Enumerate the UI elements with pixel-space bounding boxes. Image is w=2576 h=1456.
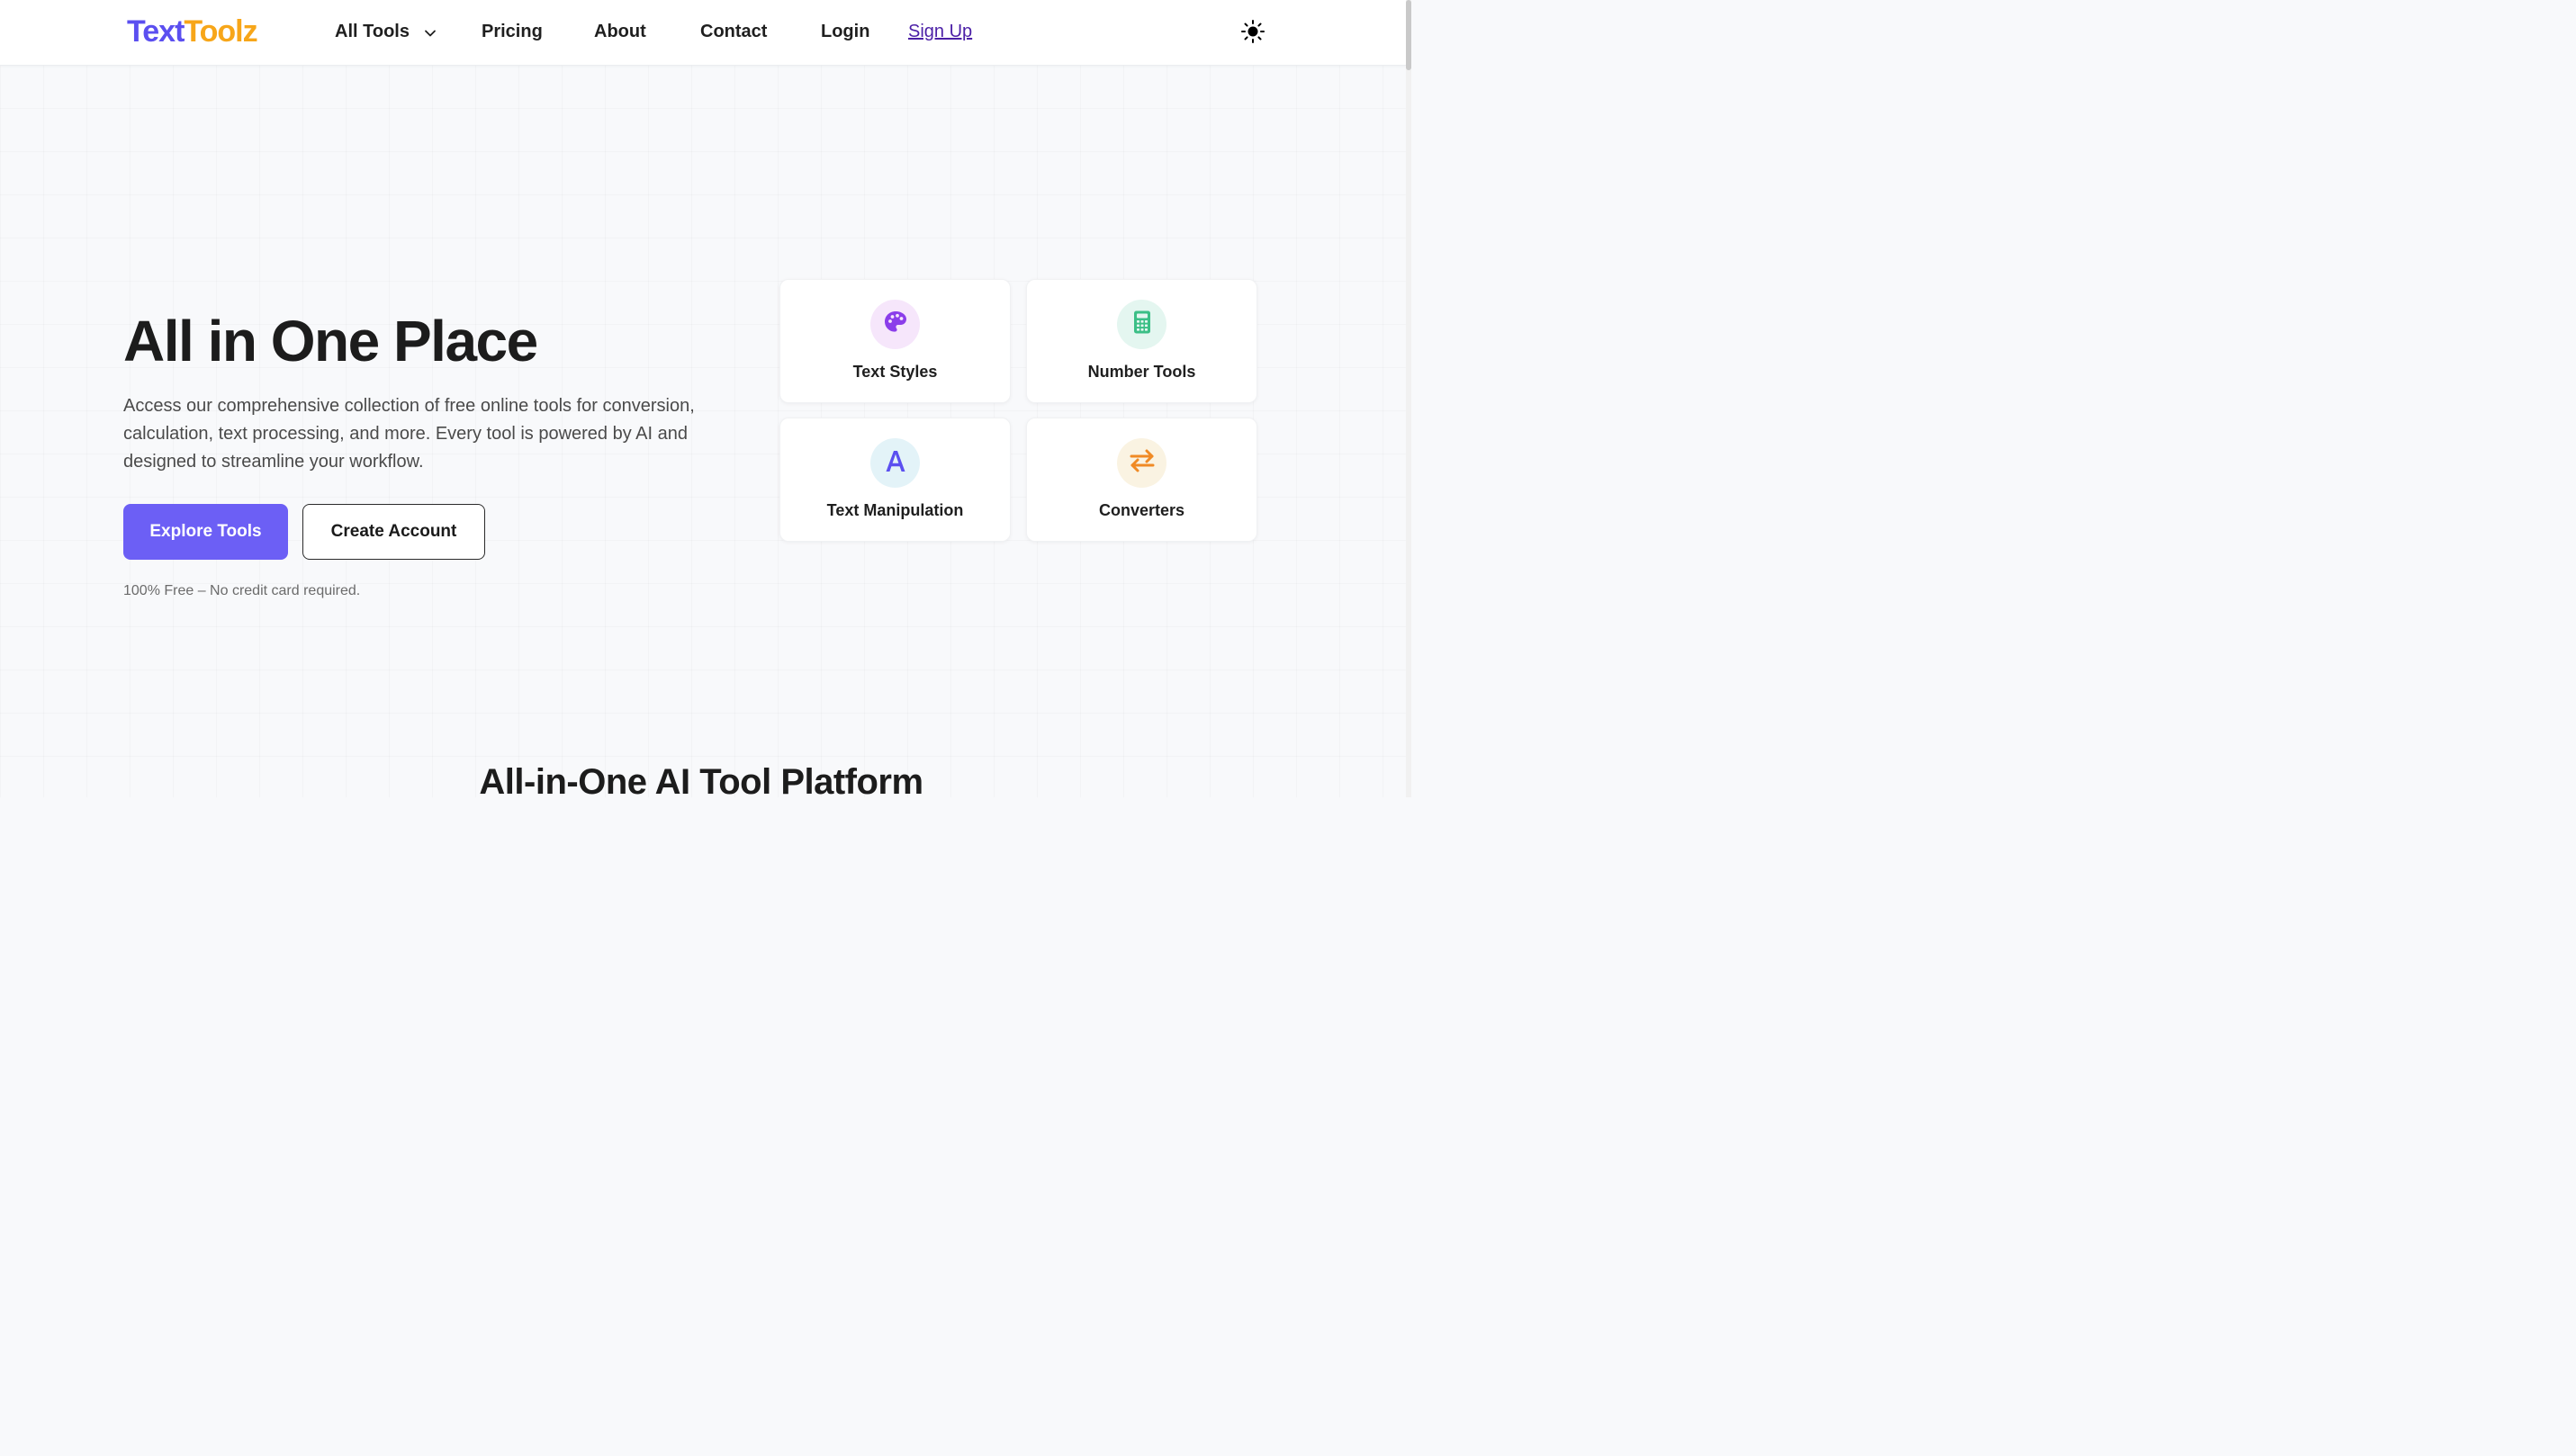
category-icon-circle xyxy=(870,438,920,488)
free-note: 100% Free – No credit card required. xyxy=(123,583,361,598)
nav-all-tools-label: All Tools xyxy=(335,22,410,41)
site-header: TextToolz All Tools Pricing About Contac… xyxy=(0,0,1406,66)
nav-contact[interactable]: Contact xyxy=(700,20,767,43)
create-account-button[interactable]: Create Account xyxy=(302,504,485,560)
page-scrollbar[interactable] xyxy=(1406,0,1411,797)
section-title: All-in-One AI Tool Platform xyxy=(479,762,923,797)
letter-a-icon xyxy=(884,448,907,478)
theme-toggle-button[interactable] xyxy=(1240,19,1265,44)
category-label: Text Styles xyxy=(852,363,938,381)
category-card-converters[interactable]: Converters xyxy=(1026,418,1257,542)
sun-icon xyxy=(1240,20,1265,48)
logo-text-part2: Toolz xyxy=(184,14,257,49)
category-card-number-tools[interactable]: Number Tools xyxy=(1026,279,1257,403)
category-card-text-manipulation[interactable]: Text Manipulation xyxy=(779,418,1011,542)
calculator-icon xyxy=(1131,310,1153,339)
category-icon-circle xyxy=(1117,300,1166,349)
scrollbar-thumb[interactable] xyxy=(1406,0,1411,70)
nav-about[interactable]: About xyxy=(594,20,646,43)
exchange-arrows-icon xyxy=(1129,448,1156,478)
explore-tools-button[interactable]: Explore Tools xyxy=(123,504,288,560)
nav-all-tools[interactable]: All Tools xyxy=(335,20,437,44)
category-label: Text Manipulation xyxy=(826,501,964,519)
page: TextToolz All Tools Pricing About Contac… xyxy=(0,0,1411,797)
category-icon-circle xyxy=(1117,438,1166,488)
category-card-text-styles[interactable]: Text Styles xyxy=(779,279,1011,403)
hero-title: All in One Place xyxy=(123,309,538,373)
logo[interactable]: TextToolz xyxy=(127,13,258,50)
palette-icon xyxy=(883,310,908,339)
nav-login[interactable]: Login xyxy=(821,20,869,43)
logo-text-part1: Text xyxy=(127,14,185,49)
nav-pricing[interactable]: Pricing xyxy=(482,20,543,43)
hero-description: Access our comprehensive collection of f… xyxy=(123,396,695,472)
category-icon-circle xyxy=(870,300,920,349)
chevron-down-icon xyxy=(424,21,437,44)
category-label: Number Tools xyxy=(1087,363,1196,381)
category-label: Converters xyxy=(1098,501,1185,519)
nav-signup-link[interactable]: Sign Up xyxy=(908,20,972,43)
